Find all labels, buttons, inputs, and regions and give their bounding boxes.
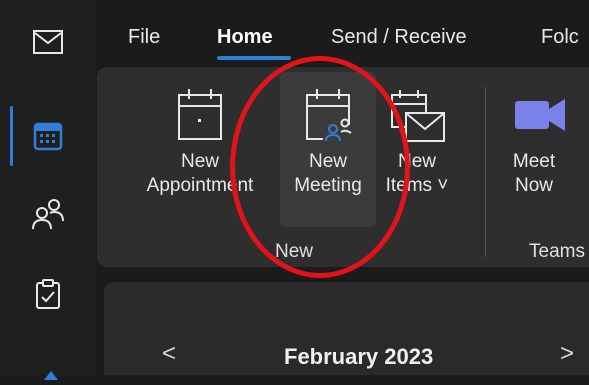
- group-label-teams: Teams: [529, 241, 585, 262]
- calendar-icon: [165, 80, 235, 150]
- ribbon-tabs: File Home Send / Receive Folc: [95, 0, 589, 60]
- active-tab-underline: [217, 56, 291, 60]
- meet-now-label-line2: Now: [514, 175, 553, 196]
- next-month-button[interactable]: >: [560, 340, 574, 368]
- people-icon: [31, 199, 64, 230]
- clipboard-check-icon: [35, 279, 60, 309]
- tab-file[interactable]: File: [128, 26, 160, 49]
- more-apps-icon[interactable]: [44, 366, 58, 380]
- tab-send-receive[interactable]: Send / Receive: [331, 26, 467, 49]
- tasks-nav-button[interactable]: [0, 264, 95, 324]
- meet-now-button[interactable]: Meet Now: [499, 72, 569, 227]
- people-nav-button[interactable]: [0, 184, 95, 244]
- previous-month-button[interactable]: <: [162, 340, 176, 368]
- mail-icon: [32, 30, 63, 54]
- group-separator: [485, 87, 486, 257]
- tab-folder[interactable]: Folc: [541, 26, 579, 49]
- new-appointment-label-line1: New: [180, 151, 219, 172]
- mail-nav-button[interactable]: [0, 12, 95, 72]
- month-title: February 2023: [284, 344, 434, 369]
- navigation-rail: [0, 0, 95, 380]
- video-camera-icon: [499, 80, 569, 150]
- tab-home[interactable]: Home: [217, 26, 273, 49]
- calendar-nav-button[interactable]: [0, 106, 95, 166]
- highlight-circle-annotation: [230, 56, 410, 278]
- meet-now-label-line1: Meet: [512, 151, 556, 172]
- date-navigator-panel: < February 2023 >: [104, 282, 589, 375]
- calendar-icon: [33, 122, 62, 151]
